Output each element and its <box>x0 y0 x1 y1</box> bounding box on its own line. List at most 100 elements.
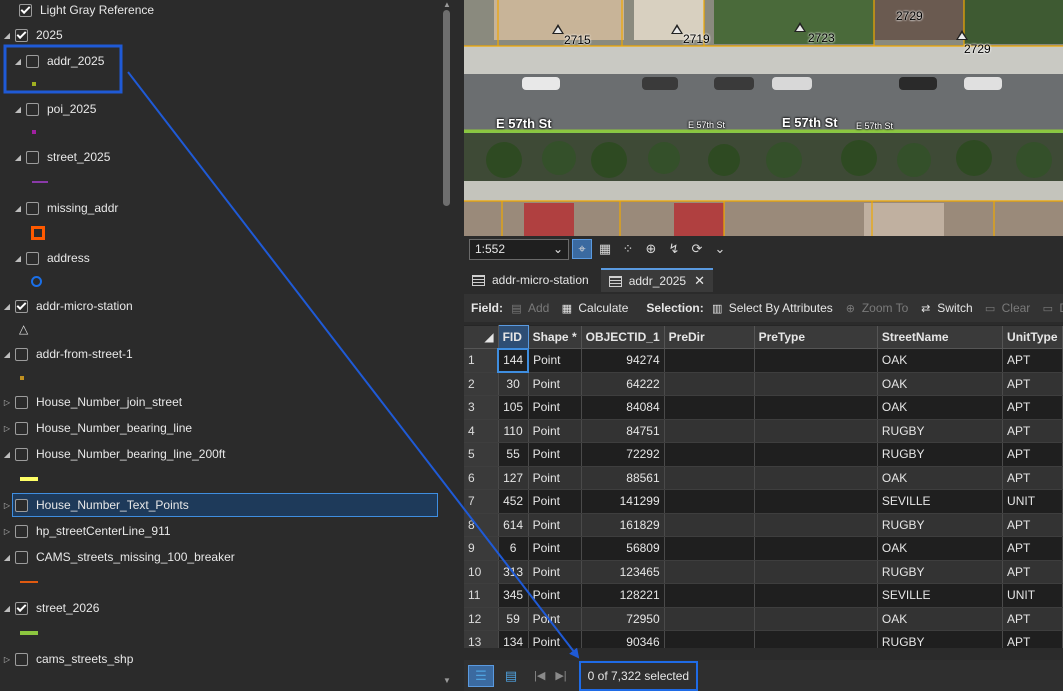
table-row[interactable]: 7 452 Point 141299 SEVILLE UNIT <box>464 489 1063 514</box>
cell-objectid[interactable]: 161829 <box>581 513 665 537</box>
scroll-up-icon[interactable]: ▲ <box>443 0 451 9</box>
show-selected-records-icon[interactable]: ▤ <box>498 665 524 687</box>
cell-fid[interactable]: 345 <box>498 583 529 608</box>
cell-fid[interactable]: 134 <box>498 630 529 648</box>
layer-row-addr-from-street-1[interactable]: ◢ addr-from-street-1 <box>2 343 133 365</box>
cell-unittype[interactable]: APT <box>1002 442 1063 467</box>
cell-predir[interactable] <box>664 348 755 373</box>
cell-streetname[interactable]: RUGBY <box>877 560 1004 584</box>
layer-visibility-checkbox[interactable] <box>15 447 28 461</box>
cell-unittype[interactable]: APT <box>1002 466 1063 490</box>
collapse-triangle-icon[interactable]: ▷ <box>2 525 12 537</box>
row-number[interactable]: 1 <box>464 348 499 373</box>
tab-addr-micro-station[interactable]: addr-micro-station <box>464 268 597 292</box>
cell-unittype[interactable]: UNIT <box>1002 489 1063 514</box>
cell-fid[interactable]: 313 <box>498 560 529 584</box>
layer-row-house-number-bearing-line-200ft[interactable]: ◢ House_Number_bearing_line_200ft <box>2 443 226 465</box>
layer-row-address[interactable]: ◢ address <box>13 247 90 269</box>
cell-objectid[interactable]: 128221 <box>581 583 665 608</box>
cell-streetname[interactable]: OAK <box>877 607 1004 631</box>
column-header[interactable]: PreType <box>754 325 878 349</box>
column-header[interactable]: FID <box>497 325 529 349</box>
cell-shape[interactable]: Point <box>528 560 582 584</box>
cell-unittype[interactable]: APT <box>1002 419 1063 443</box>
cell-pretype[interactable] <box>754 607 878 631</box>
layer-visibility-checkbox[interactable] <box>15 601 28 615</box>
attribute-table[interactable]: ◢ FID Shape * OBJECTID_1 PreDir PreType … <box>464 325 1063 648</box>
cell-shape[interactable]: Point <box>528 607 582 631</box>
layer-visibility-checkbox[interactable] <box>26 251 39 265</box>
cell-streetname[interactable]: OAK <box>877 372 1004 396</box>
expand-triangle-icon[interactable]: ◢ <box>2 551 12 563</box>
table-row[interactable]: 12 59 Point 72950 OAK APT <box>464 607 1063 631</box>
table-row[interactable]: 8 614 Point 161829 RUGBY APT <box>464 513 1063 537</box>
cell-predir[interactable] <box>664 607 755 631</box>
switch-selection-button[interactable]: ⇄ Switch <box>918 301 972 315</box>
table-row[interactable]: 6 127 Point 88561 OAK APT <box>464 466 1063 490</box>
layer-row-cams-streets-shp[interactable]: ▷ cams_streets_shp <box>2 648 133 670</box>
expand-triangle-icon[interactable]: ◢ <box>13 151 23 163</box>
cell-pretype[interactable] <box>754 442 878 467</box>
cell-streetname[interactable]: SEVILLE <box>877 489 1004 514</box>
layer-visibility-checkbox[interactable] <box>15 524 28 538</box>
cell-shape[interactable]: Point <box>528 395 582 420</box>
layer-visibility-checkbox[interactable] <box>15 299 28 313</box>
cell-predir[interactable] <box>664 630 755 648</box>
row-number[interactable]: 9 <box>464 536 499 561</box>
constraints-tool-icon[interactable]: ⊕ <box>641 239 661 259</box>
close-icon[interactable]: ✕ <box>694 273 705 289</box>
row-number[interactable]: 4 <box>464 419 499 443</box>
direction-tool-icon[interactable]: ↯ <box>664 239 684 259</box>
collapse-triangle-icon[interactable]: ▷ <box>2 396 12 408</box>
layer-row-house-number-text-points[interactable]: House_Number_Text_Points <box>12 493 438 517</box>
layer-row-street-2025[interactable]: ◢ street_2025 <box>13 146 110 168</box>
cell-objectid[interactable]: 84084 <box>581 395 665 420</box>
column-header[interactable]: StreetName <box>877 325 1004 349</box>
map-view[interactable]: 2715 2719 2723 2729 2729 E 57th St E 57t… <box>464 0 1063 236</box>
cell-fid[interactable]: 105 <box>498 395 529 420</box>
layer-visibility-checkbox[interactable] <box>26 150 39 164</box>
grid-tool-icon[interactable]: ▦ <box>595 239 615 259</box>
first-record-icon[interactable]: |◀ <box>534 669 545 682</box>
row-number[interactable]: 12 <box>464 607 499 631</box>
snapping-tool-icon[interactable]: ⁘ <box>618 239 638 259</box>
cell-shape[interactable]: Point <box>528 513 582 537</box>
expand-triangle-icon[interactable]: ◢ <box>2 448 12 460</box>
expand-triangle-icon[interactable]: ◢ <box>2 300 12 312</box>
layer-visibility-checkbox[interactable] <box>26 54 39 68</box>
cell-pretype[interactable] <box>754 536 878 561</box>
cell-fid[interactable]: 127 <box>498 466 529 490</box>
cell-shape[interactable]: Point <box>528 466 582 490</box>
column-header[interactable]: PreDir <box>664 325 755 349</box>
cell-unittype[interactable]: APT <box>1002 513 1063 537</box>
cell-streetname[interactable]: RUGBY <box>877 442 1004 467</box>
cell-objectid[interactable]: 84751 <box>581 419 665 443</box>
expand-triangle-icon[interactable]: ◢ <box>2 602 12 614</box>
select-by-attributes-button[interactable]: ▥ Select By Attributes <box>710 301 833 315</box>
layer-row-addr-micro-station[interactable]: ◢ addr-micro-station <box>2 295 133 317</box>
cell-predir[interactable] <box>664 583 755 608</box>
layer-visibility-checkbox[interactable] <box>15 550 28 564</box>
layer-visibility-checkbox[interactable] <box>19 3 32 17</box>
cell-shape[interactable]: Point <box>528 536 582 561</box>
layer-visibility-checkbox[interactable] <box>15 28 28 42</box>
row-number[interactable]: 7 <box>464 489 499 514</box>
cell-streetname[interactable]: OAK <box>877 466 1004 490</box>
table-row[interactable]: 11 345 Point 128221 SEVILLE UNIT <box>464 583 1063 608</box>
cell-predir[interactable] <box>664 372 755 396</box>
cell-pretype[interactable] <box>754 466 878 490</box>
tab-addr-2025[interactable]: addr_2025 ✕ <box>600 268 713 292</box>
cell-fid[interactable]: 30 <box>498 372 529 396</box>
cell-predir[interactable] <box>664 489 755 514</box>
cell-pretype[interactable] <box>754 513 878 537</box>
cell-fid[interactable]: 614 <box>498 513 529 537</box>
table-row[interactable]: 4 110 Point 84751 RUGBY APT <box>464 419 1063 443</box>
table-row[interactable]: 10 313 Point 123465 RUGBY APT <box>464 560 1063 584</box>
cell-shape[interactable]: Point <box>528 442 582 467</box>
add-field-button[interactable]: ▤ Add <box>509 301 549 315</box>
table-row[interactable]: 13 134 Point 90346 RUGBY APT <box>464 630 1063 648</box>
cell-streetname[interactable]: OAK <box>877 395 1004 420</box>
cell-fid[interactable]: 55 <box>498 442 529 467</box>
refresh-tool-icon[interactable]: ⟳ <box>687 239 707 259</box>
layer-row-missing-addr[interactable]: ◢ missing_addr <box>13 197 118 219</box>
